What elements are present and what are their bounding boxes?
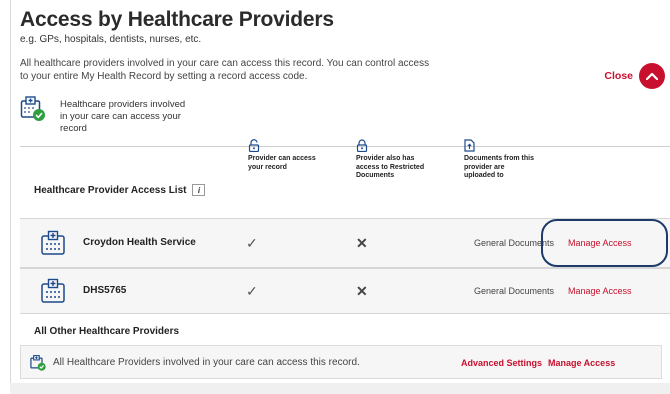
column-header-can-access: Provider can access your record (248, 139, 318, 172)
info-icon[interactable]: i (192, 184, 206, 196)
manage-access-link[interactable]: Manage Access (568, 286, 632, 296)
documents-location: General Documents (474, 286, 555, 296)
chevron-up-icon (646, 72, 658, 80)
provider-name: Croydon Health Service (83, 237, 196, 248)
lock-icon (356, 139, 368, 152)
other-providers-title: All Other Healthcare Providers (34, 326, 180, 337)
column-header-label: Provider also has access to Restricted D… (356, 155, 425, 179)
healthcare-provider-icon (41, 278, 65, 303)
unlock-icon (248, 139, 260, 152)
page-subtitle: e.g. GPs, hospitals, dentists, nurses, e… (20, 34, 202, 45)
access-list-title: Healthcare Provider Access List i (34, 184, 206, 196)
column-header-uploaded-to: Documents from this provider are uploade… (464, 139, 534, 181)
other-providers-text: All Healthcare Providers involved in you… (53, 357, 360, 368)
check-icon: ✓ (246, 283, 258, 299)
manage-access-link[interactable]: Manage Access (548, 358, 615, 368)
upload-document-icon (464, 139, 475, 152)
healthcare-provider-check-icon (20, 96, 45, 121)
highlight-outline (541, 219, 668, 267)
section-divider (20, 146, 670, 147)
column-header-restricted: Provider also has access to Restricted D… (356, 139, 426, 181)
check-icon: ✓ (246, 235, 258, 251)
table-row: DHS5765 ✓ ✕ General Documents Manage Acc… (20, 268, 670, 314)
access-list-title-text: Healthcare Provider Access List (34, 184, 187, 196)
cross-icon: ✕ (356, 283, 368, 299)
cross-icon: ✕ (356, 235, 368, 251)
close-label[interactable]: Close (604, 70, 633, 82)
page-title: Access by Healthcare Providers (20, 8, 334, 31)
column-header-label: Provider can access your record (248, 155, 316, 171)
access-summary: Healthcare providers involved in your ca… (20, 96, 190, 135)
close-control[interactable]: Close (604, 63, 665, 89)
close-button[interactable] (639, 63, 665, 89)
column-header-label: Documents from this provider are uploade… (464, 155, 535, 179)
provider-name: DHS5765 (83, 285, 127, 296)
healthcare-provider-check-icon (30, 355, 46, 371)
other-providers-row: All Healthcare Providers involved in you… (20, 345, 662, 379)
advanced-settings-link[interactable]: Advanced Settings (461, 358, 542, 368)
intro-text: All healthcare providers involved in you… (20, 58, 430, 82)
healthcare-provider-icon (41, 230, 65, 255)
summary-text: Healthcare providers involved in your ca… (60, 99, 186, 134)
bottom-bar (10, 383, 670, 394)
